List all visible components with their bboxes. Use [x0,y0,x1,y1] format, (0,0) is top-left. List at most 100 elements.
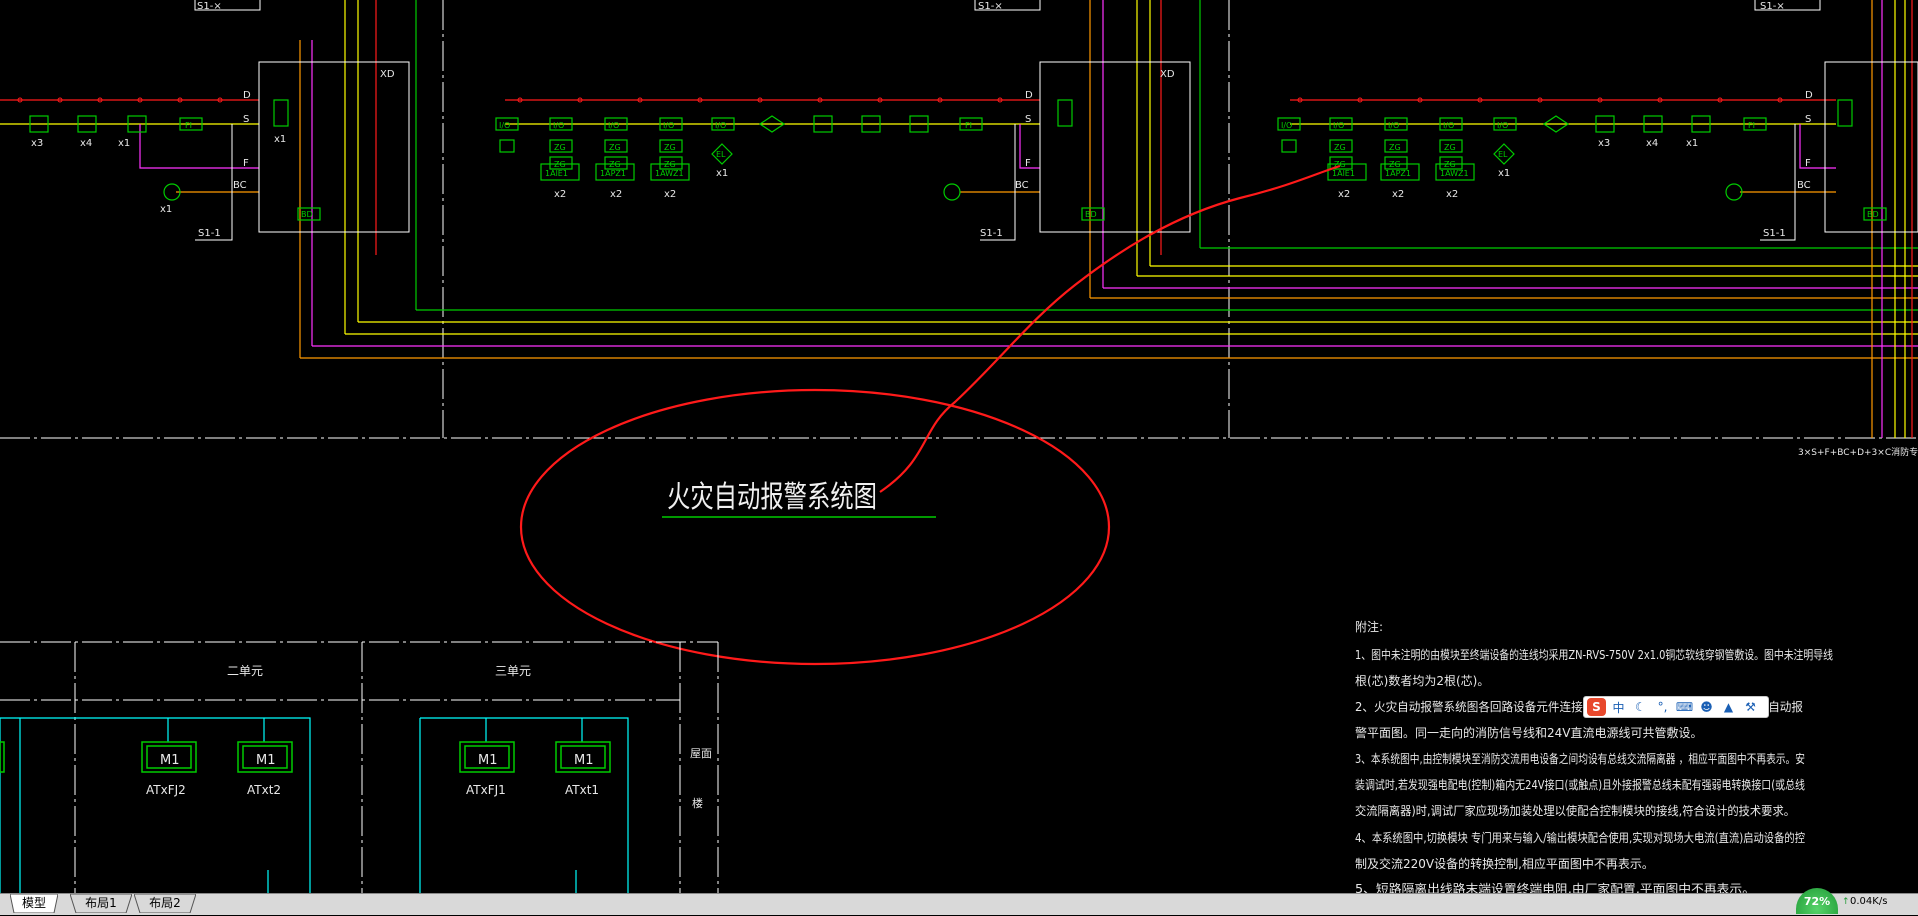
module-label: 1AlE1 [1332,169,1355,178]
unit-label: 三单元 [495,664,531,678]
note-line: 警平面图。同一走向的消防信号线和24V直流电源线可共管敷设。 [1355,725,1702,740]
sogou-logo-icon[interactable]: S [1587,698,1606,716]
module-label: 1APZ1 [1385,169,1411,178]
diagram-labels: S1-× S1-× S1-× S1-1 S1-1 S1-1 XD XD D S … [31,1,1918,458]
io-label: I/O [608,121,619,130]
fi-label: FI [965,121,972,130]
side-label: 屋面 [690,747,712,760]
punctuation-icon[interactable]: °, [1653,698,1672,716]
at-label: ATxFJ1 [466,783,506,797]
bd-label: BD [1085,210,1097,219]
shirt-icon[interactable]: ▲ [1719,698,1738,716]
network-speed-widget[interactable]: 72% ↑ 0.04K/s [1796,888,1918,914]
line-letter-d: D [1805,90,1813,101]
m1-label: M1 [160,753,180,768]
note-line: 制及交流220V设备的转换控制,相应平面图中不再表示。 [1355,856,1654,871]
line-letter-s: S [1025,114,1031,125]
at-label: ATxt1 [565,783,599,797]
m1-label: M1 [256,753,276,768]
moon-icon[interactable]: ☾ [1631,698,1650,716]
line-letter-s: S [1805,114,1811,125]
zone-label: S1-× [978,1,1003,12]
device-symbols [29,99,1887,221]
io-label: I/O [663,121,674,130]
io-label: I/O [1281,121,1292,130]
drawing-frame [0,0,1918,439]
panel-label: XD [380,69,395,80]
multiplier-label: x1 [118,138,130,149]
main-title: 火灾自动报警系统图 [667,480,877,515]
red-ellipse-annotation [519,388,1111,666]
network-gauge: 72% [1796,888,1838,914]
up-arrow-icon: ↑ [1842,897,1850,907]
side-label: 楼 [692,796,703,810]
line-letter-d: D [1025,90,1033,101]
multiplier-label: x2 [1392,189,1404,200]
io-label: I/O [715,121,726,130]
note-line: 3、本系统图中,由控制模块至消防交流用电设备之间均设有总线交流隔离器 ，相应平面… [1355,751,1805,766]
layout-tab-bar: 模型 布局1 布局2 [0,893,1918,915]
line-letter-bc: BC [1797,180,1811,191]
zg-label: ZG [1334,143,1346,152]
io-label: I/O [1388,121,1399,130]
note-line: 交流隔离器)时,调试厂家应现场加装处理以使配合控制模块的接线,符合设计的技术要求… [1355,803,1795,818]
user-icon[interactable]: ☻ [1697,698,1716,716]
notes-heading: 附注: [1355,619,1383,634]
multiplier-label: x2 [554,189,566,200]
at-label: ATxt2 [247,783,281,797]
module-label: 1AWZ1 [655,169,684,178]
zone-label: S1-1 [1763,228,1786,239]
unit-labels: 二单元 三单元 M1 M1 M1 M1 ATxFJ2 ATxt2 ATxFJ1 … [146,664,712,810]
tab-model[interactable]: 模型 [10,894,58,913]
module-label: 1APZ1 [600,169,626,178]
network-speed-text: 0.04K/s [1850,896,1888,907]
fi-label: FI [185,121,192,130]
tab-layout2-label: 布局2 [149,896,181,910]
tab-layout2[interactable]: 布局2 [134,894,196,913]
multiplier-label: x1 [1498,168,1510,179]
multiplier-label: x1 [160,204,172,215]
line-letter-bc: BC [233,180,247,191]
m1-label: M1 [478,753,498,768]
bus-lines [0,0,1918,438]
line-letter-d: D [243,90,251,101]
bus-note: 3×S+F+BC+D+3×C消防专线敷设 [1798,446,1918,458]
io-label: I/O [553,121,564,130]
tab-layout1[interactable]: 布局1 [70,894,132,913]
multiplier-label: x1 [1686,138,1698,149]
unit-label: 二单元 [227,664,263,678]
zg-label: ZG [609,160,621,169]
multiplier-label: x2 [1338,189,1350,200]
io-label: I/O [499,121,510,130]
ime-mode-button[interactable]: 中 [1609,698,1628,716]
note-line: 装调试时,若发现强电配电(控制)箱内无24V接口(或触点)且外接报警总线未配有强… [1355,777,1805,792]
cad-drawing-area[interactable]: S1-× S1-× S1-× S1-1 S1-1 S1-1 XD XD D S … [0,0,1918,914]
diagram-svg: S1-× S1-× S1-× S1-1 S1-1 S1-1 XD XD D S … [0,0,1918,896]
panel-label: XD [1160,69,1175,80]
bd-label: BD [1867,210,1879,219]
module-label: 1AlE1 [545,169,568,178]
multiplier-label: x1 [274,134,286,145]
main-title-group: 火灾自动报警系统图 [662,480,936,518]
ime-toolbar[interactable]: S 中 ☾ °, ⌨ ☻ ▲ ⚒ [1583,696,1769,718]
panel-boxes [194,0,1918,241]
multiplier-label: x2 [664,189,676,200]
wrench-icon[interactable]: ⚒ [1741,698,1760,716]
multiplier-label: x3 [31,138,43,149]
multiplier-label: x4 [80,138,92,149]
line-letter-f: F [1805,158,1811,169]
line-letter-f: F [243,158,249,169]
at-label: ATxFJ2 [146,783,186,797]
el-label: EL [1498,150,1508,159]
io-label: I/O [1497,121,1508,130]
zg-label: ZG [664,143,676,152]
io-label: I/O [1443,121,1454,130]
zg-label: ZG [1444,160,1456,169]
keyboard-icon[interactable]: ⌨ [1675,698,1694,716]
multiplier-label: x1 [716,168,728,179]
zg-label: ZG [554,143,566,152]
multiplier-label: x4 [1646,138,1658,149]
m1-label: M1 [574,753,594,768]
line-letter-f: F [1025,158,1031,169]
red-markup [519,164,1341,666]
